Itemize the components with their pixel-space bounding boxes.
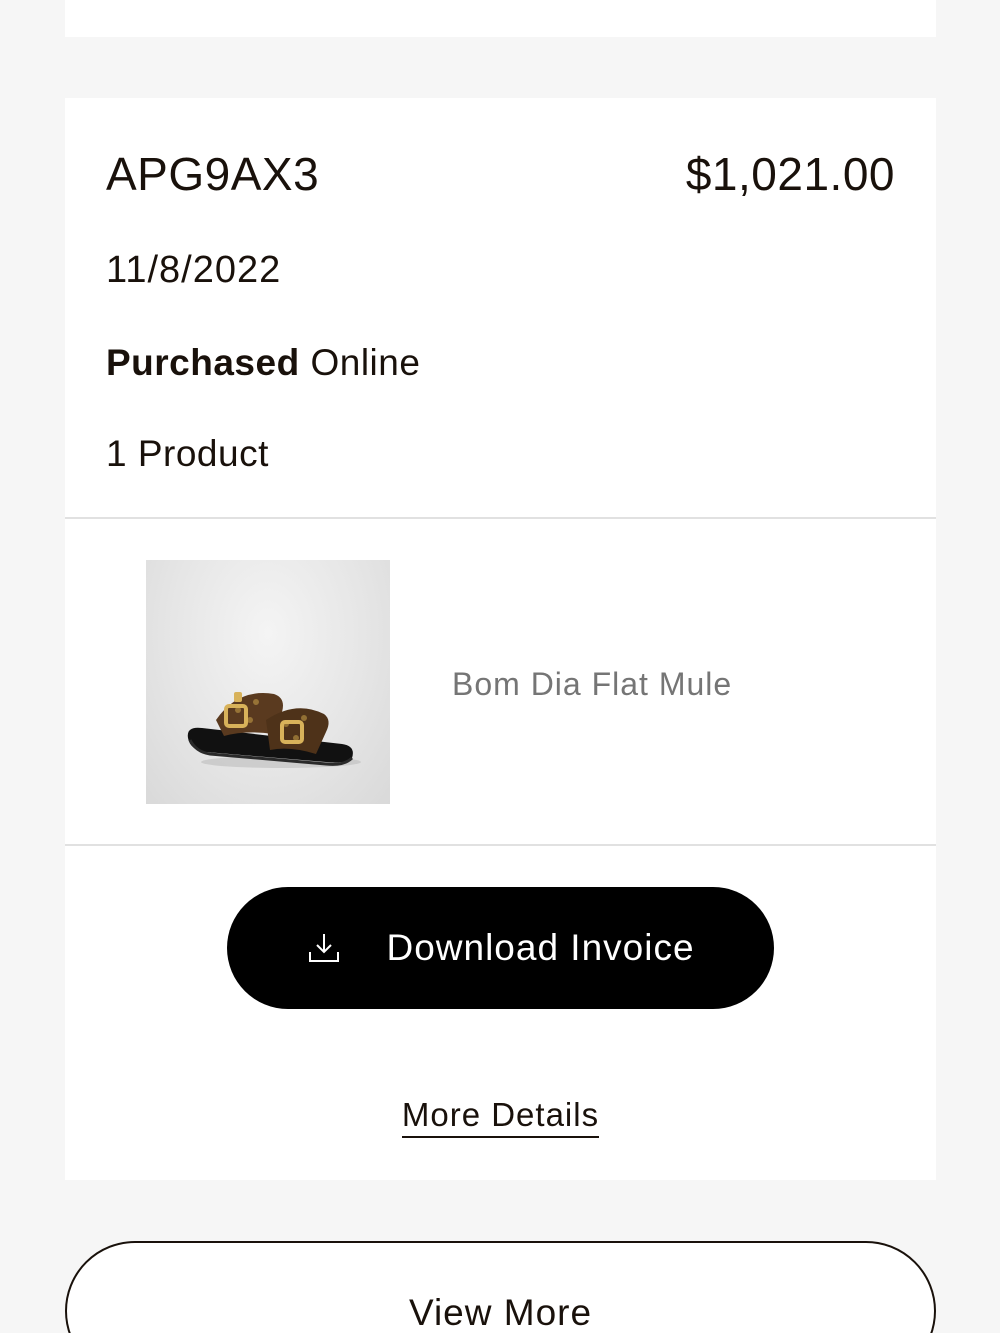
purchase-channel-value: Online bbox=[310, 342, 421, 383]
purchase-channel: Purchased Online bbox=[106, 341, 420, 385]
divider bbox=[65, 844, 936, 846]
download-icon bbox=[309, 934, 340, 962]
product-image[interactable] bbox=[146, 560, 390, 804]
order-date: 11/8/2022 bbox=[106, 249, 282, 291]
download-invoice-button[interactable]: Download Invoice bbox=[227, 887, 774, 1009]
product-name[interactable]: Bom Dia Flat Mule bbox=[452, 664, 732, 704]
more-details-link[interactable]: More Details bbox=[401, 1095, 600, 1138]
view-more-button[interactable]: View More bbox=[65, 1241, 936, 1333]
order-total: $1,021.00 bbox=[685, 148, 895, 200]
previous-order-card bbox=[65, 0, 936, 37]
order-card: APG9AX3 $1,021.00 11/8/2022 Purchased On… bbox=[65, 98, 936, 1180]
view-more-label: View More bbox=[408, 1292, 593, 1333]
divider bbox=[65, 517, 936, 519]
order-history-page: APG9AX3 $1,021.00 11/8/2022 Purchased On… bbox=[0, 0, 1000, 1333]
more-details-container: More Details bbox=[65, 1095, 936, 1138]
product-count: 1 Product bbox=[106, 433, 269, 474]
sandal-illustration bbox=[187, 692, 361, 768]
download-invoice-label: Download Invoice bbox=[386, 927, 695, 968]
purchase-label: Purchased bbox=[106, 342, 300, 383]
order-id: APG9AX3 bbox=[106, 148, 320, 200]
